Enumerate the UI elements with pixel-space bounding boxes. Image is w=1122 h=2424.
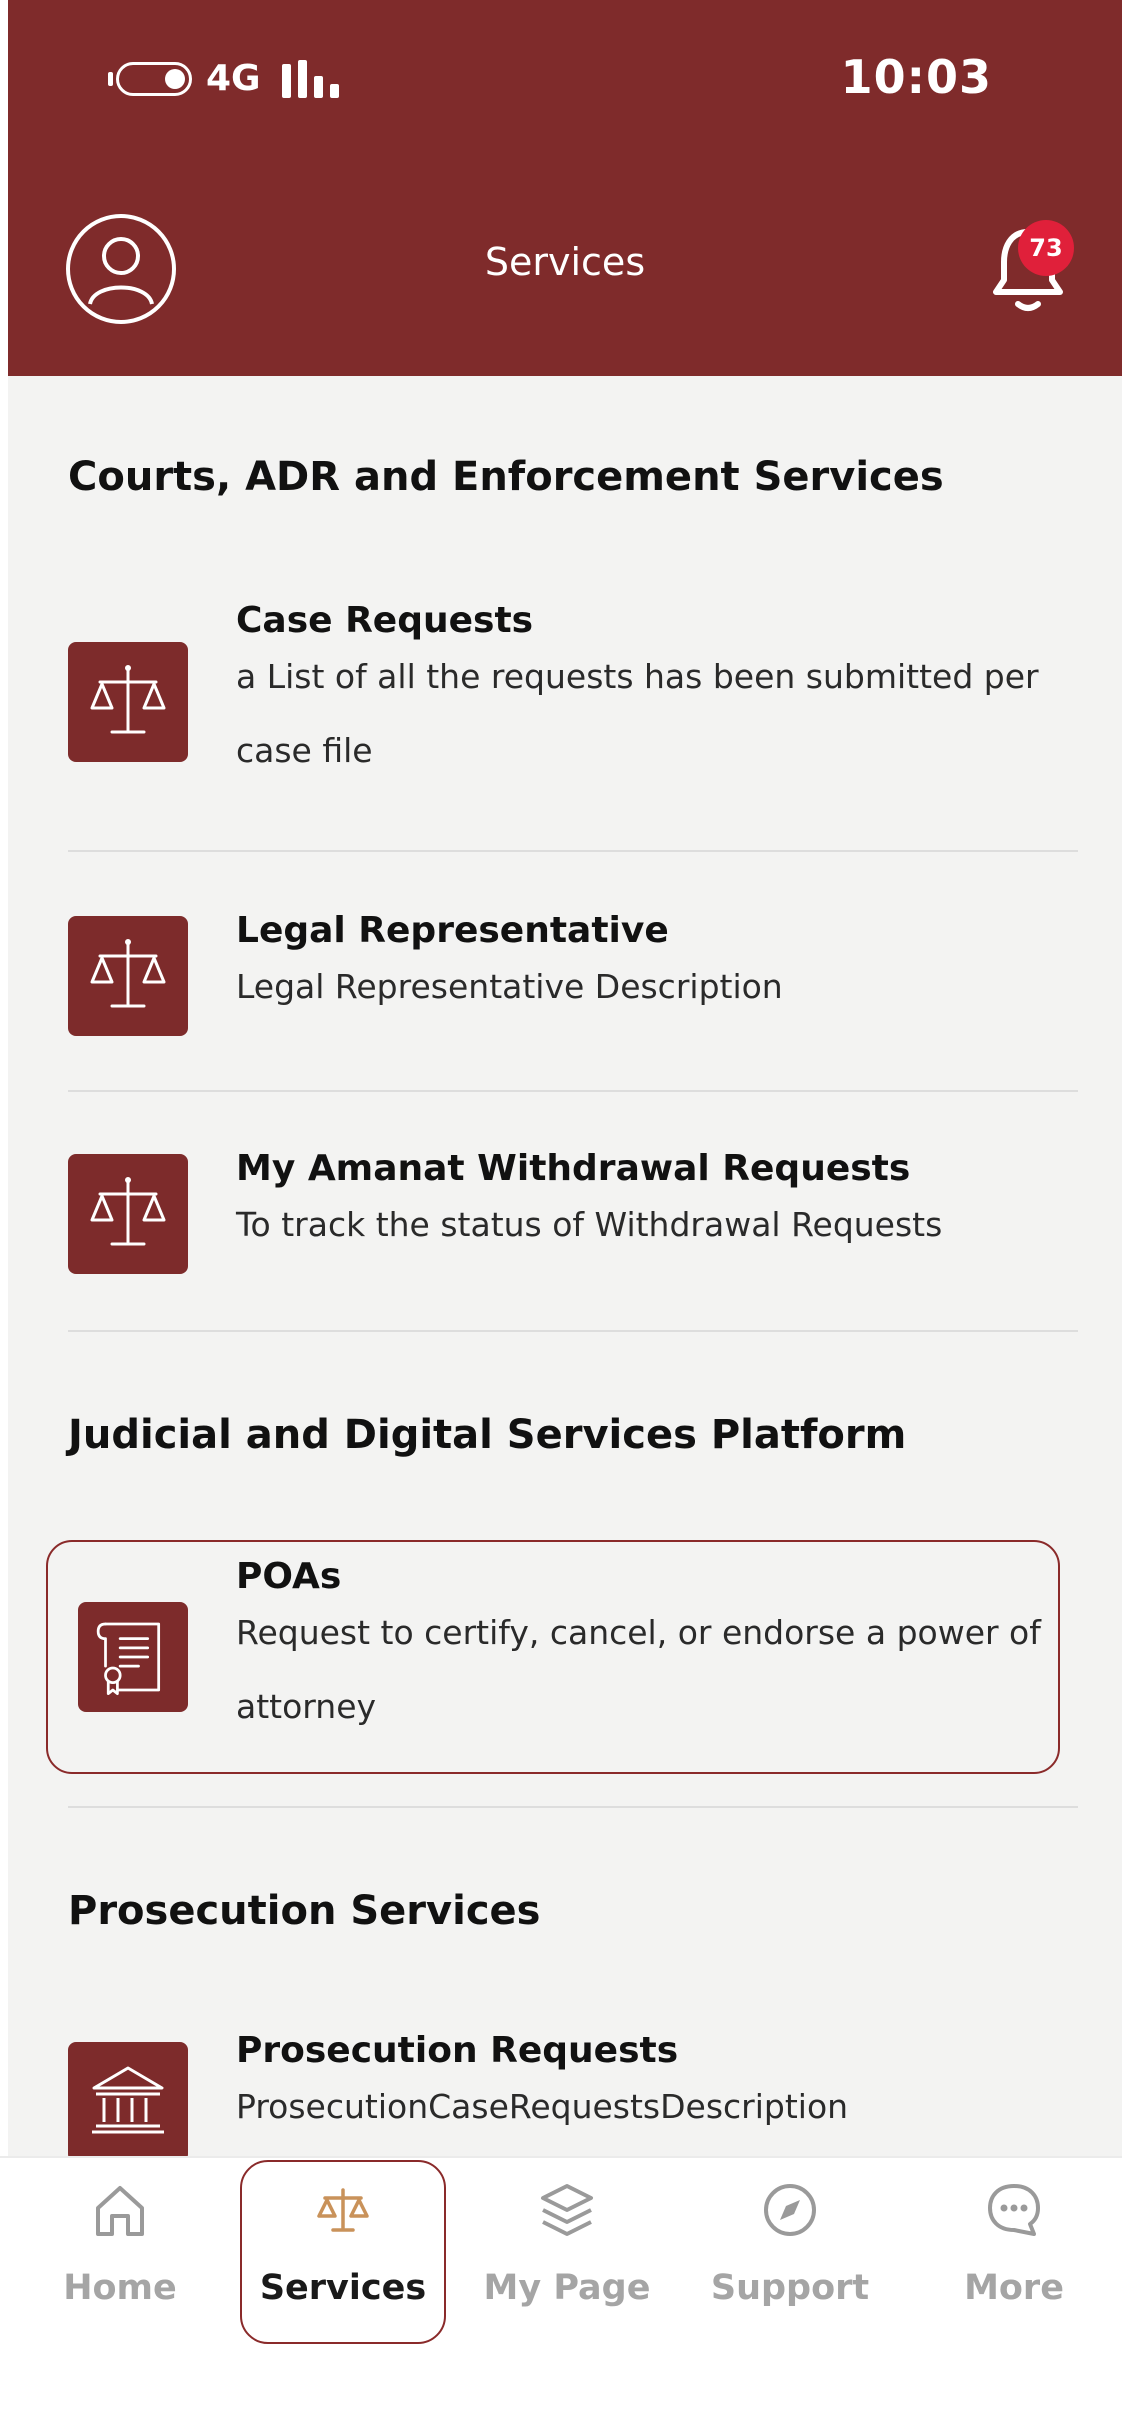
courthouse-icon	[68, 2042, 188, 2156]
service-description: To track the status of Withdrawal Reques…	[236, 1205, 943, 1244]
divider	[68, 850, 1078, 852]
tab-label: Home	[63, 2268, 177, 2308]
compass-icon	[764, 2184, 816, 2236]
scales-icon	[68, 916, 188, 1036]
clock: 10:03	[840, 50, 992, 104]
chat-dots-icon	[988, 2184, 1040, 2236]
network-label: 4G	[206, 58, 261, 99]
layers-icon	[541, 2184, 593, 2236]
service-description: Legal Representative Description	[236, 967, 783, 1006]
scales-icon	[68, 642, 188, 762]
service-item-prosecution-requests[interactable]: Prosecution Requests ProsecutionCaseRequ…	[68, 2028, 1078, 2156]
tab-label: More	[964, 2268, 1064, 2308]
service-title: My Amanat Withdrawal Requests	[236, 1148, 911, 1189]
service-title: Prosecution Requests	[236, 2030, 679, 2071]
active-tab-outline	[240, 2160, 446, 2344]
section-title-courts: Courts, ADR and Enforcement Services	[68, 454, 944, 500]
service-item-amanat-withdrawal[interactable]: My Amanat Withdrawal Requests To track t…	[68, 1142, 1078, 1292]
top-app-bar: 4G 10:03 Services	[8, 0, 1122, 376]
divider	[68, 1330, 1078, 1332]
service-item-case-requests[interactable]: Case Requests a List of all the requests…	[68, 596, 1078, 806]
bottom-tab-bar: Home Services My Page Support More	[0, 2156, 1122, 2424]
signal-icon	[282, 60, 352, 98]
header-row: Services	[8, 200, 1122, 340]
services-list: Courts, ADR and Enforcement Services Cas…	[8, 376, 1122, 2156]
service-description: ProsecutionCaseRequestsDescription	[236, 2087, 849, 2126]
service-title: Legal Representative	[236, 910, 669, 951]
battery-icon	[116, 62, 192, 96]
tab-label: My Page	[483, 2268, 651, 2308]
divider	[68, 1806, 1078, 1808]
section-title-judicial: Judicial and Digital Services Platform	[68, 1412, 907, 1458]
selected-item-outline	[46, 1540, 1060, 1774]
service-description: a List of all the requests has been subm…	[236, 657, 1039, 770]
tab-support[interactable]: Support	[690, 2158, 890, 2358]
tab-more[interactable]: More	[914, 2158, 1114, 2358]
scales-icon	[68, 1154, 188, 1274]
service-item-legal-representative[interactable]: Legal Representative Legal Representativ…	[68, 904, 1078, 1054]
tab-my-page[interactable]: My Page	[467, 2158, 667, 2358]
section-title-prosecution: Prosecution Services	[68, 1888, 541, 1934]
tab-home[interactable]: Home	[20, 2158, 220, 2358]
divider	[68, 1090, 1078, 1092]
home-icon	[96, 2186, 144, 2236]
page-title: Services	[484, 240, 646, 284]
battery-cap	[108, 72, 113, 86]
status-bar: 4G 10:03	[8, 0, 1122, 160]
notification-badge: 73	[1018, 220, 1074, 276]
service-title: Case Requests	[236, 600, 534, 641]
tab-label: Support	[710, 2268, 870, 2308]
